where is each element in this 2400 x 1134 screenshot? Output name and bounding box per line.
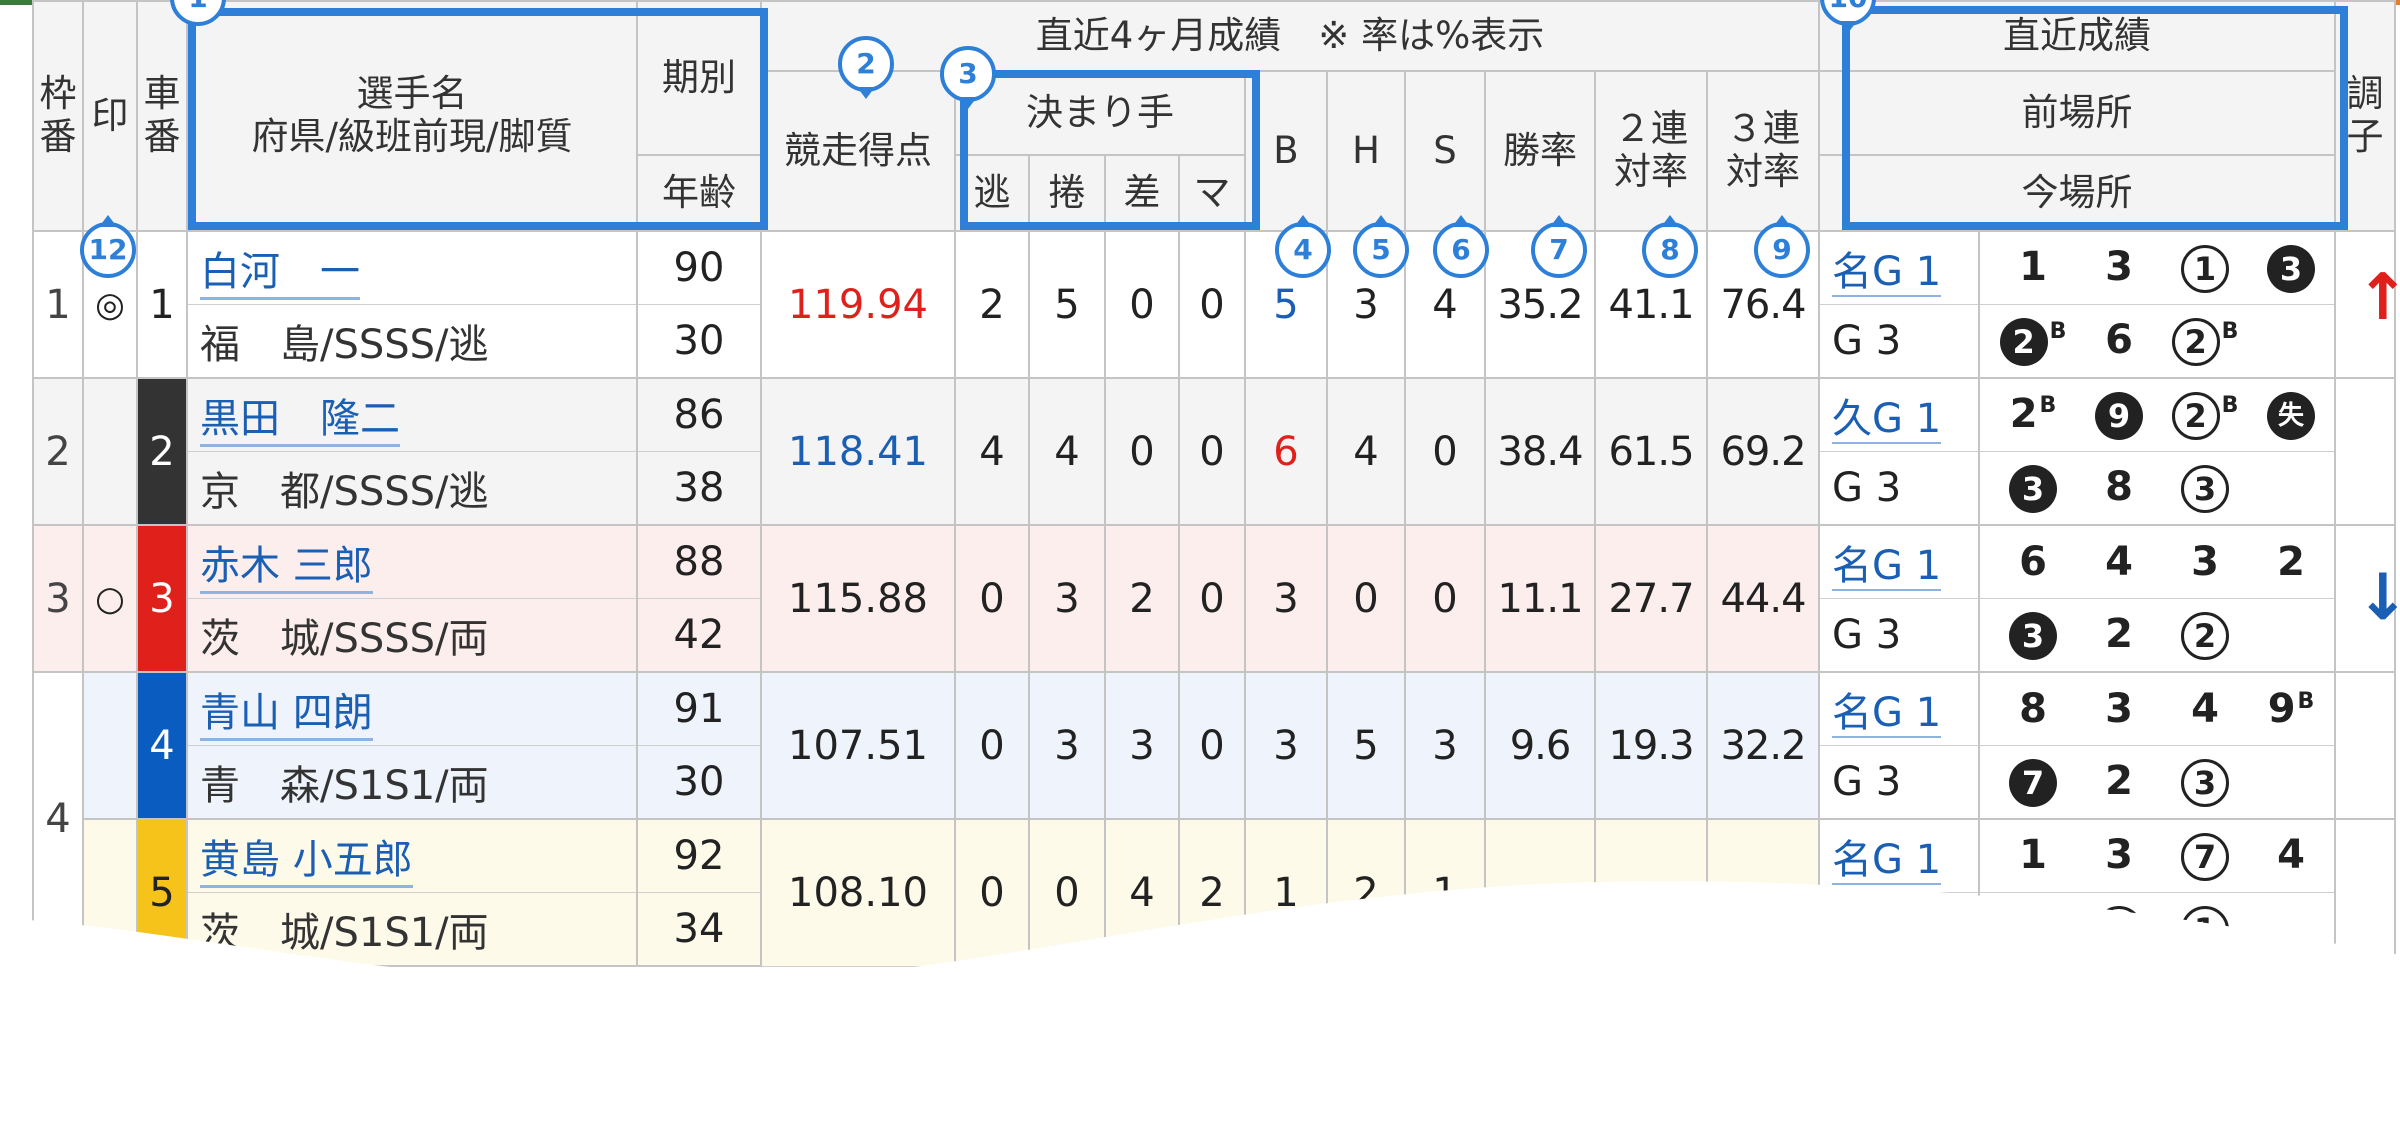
race-card-screenshot: 枠番 印 車番 選手名 府県/級班前現/脚質 期別 直近4ヶ月成績 ※ 率は%表… xyxy=(0,0,2400,1134)
torn-edge-overlay xyxy=(0,881,2400,1134)
